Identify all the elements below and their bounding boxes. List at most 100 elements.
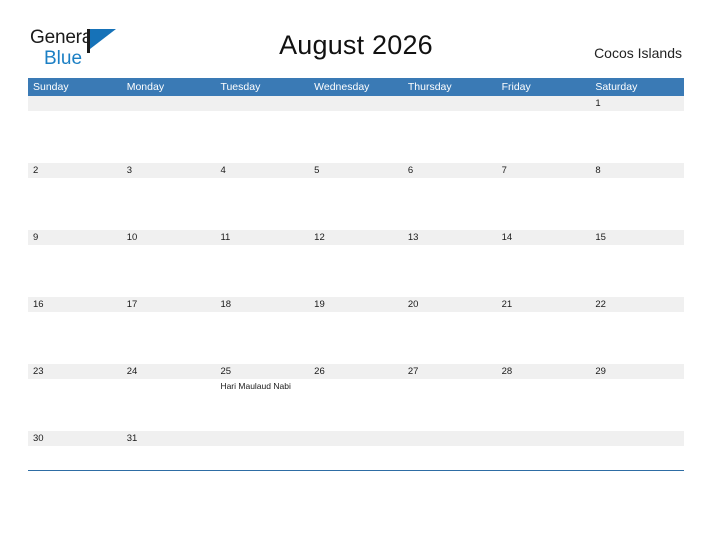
day-event xyxy=(28,111,122,163)
day-event xyxy=(403,111,497,163)
calendar-page: General Blue August 2026 Cocos Islands S… xyxy=(0,0,712,550)
day-event xyxy=(590,379,684,431)
day-number[interactable]: 24 xyxy=(122,364,216,379)
day-number[interactable] xyxy=(309,431,403,446)
day-event xyxy=(403,379,497,431)
day-event xyxy=(403,178,497,230)
day-event xyxy=(28,312,122,364)
day-number[interactable]: 15 xyxy=(590,230,684,245)
day-number[interactable]: 6 xyxy=(403,163,497,178)
day-event xyxy=(497,178,591,230)
week-date-band: 23 24 25 26 27 28 29 xyxy=(28,364,684,379)
week-event-area xyxy=(28,111,684,163)
day-number[interactable]: 12 xyxy=(309,230,403,245)
day-number[interactable] xyxy=(28,96,122,111)
day-event xyxy=(122,178,216,230)
day-number[interactable] xyxy=(403,431,497,446)
day-number[interactable] xyxy=(403,96,497,111)
week-event-area: Hari Maulaud Nabi xyxy=(28,379,684,431)
day-number[interactable] xyxy=(590,431,684,446)
day-number[interactable]: 21 xyxy=(497,297,591,312)
day-number[interactable]: 1 xyxy=(590,96,684,111)
weekday-header-thursday: Thursday xyxy=(407,81,452,93)
day-number[interactable]: 17 xyxy=(122,297,216,312)
week-date-band: 2 3 4 5 6 7 8 xyxy=(28,163,684,178)
day-event xyxy=(215,245,309,297)
day-event xyxy=(215,446,309,470)
week-row: 1 xyxy=(28,96,684,163)
day-number[interactable]: 18 xyxy=(215,297,309,312)
week-row: 23 24 25 26 27 28 29 Hari Maulaud Nabi xyxy=(28,364,684,431)
weekday-header-tuesday: Tuesday xyxy=(220,81,261,93)
day-number[interactable]: 30 xyxy=(28,431,122,446)
day-number[interactable]: 2 xyxy=(28,163,122,178)
day-event xyxy=(497,379,591,431)
day-number[interactable]: 22 xyxy=(590,297,684,312)
day-number[interactable]: 29 xyxy=(590,364,684,379)
day-number[interactable] xyxy=(215,96,309,111)
day-number[interactable]: 16 xyxy=(28,297,122,312)
week-date-band: 30 31 xyxy=(28,431,684,446)
day-event xyxy=(590,245,684,297)
day-event xyxy=(309,178,403,230)
day-event xyxy=(28,245,122,297)
day-number[interactable] xyxy=(497,431,591,446)
day-number[interactable]: 9 xyxy=(28,230,122,245)
holiday-event: Hari Maulaud Nabi xyxy=(220,381,291,391)
day-number[interactable] xyxy=(309,96,403,111)
day-number[interactable]: 4 xyxy=(215,163,309,178)
weekday-header-wednesday: Wednesday xyxy=(314,81,370,93)
day-number[interactable]: 14 xyxy=(497,230,591,245)
day-event xyxy=(497,245,591,297)
day-event xyxy=(122,446,216,470)
day-event xyxy=(309,245,403,297)
day-number[interactable]: 27 xyxy=(403,364,497,379)
day-number[interactable]: 7 xyxy=(497,163,591,178)
week-event-area xyxy=(28,312,684,364)
day-event xyxy=(122,312,216,364)
calendar-grid: Sunday Monday Tuesday Wednesday Thursday… xyxy=(28,78,684,471)
day-event xyxy=(590,446,684,470)
day-number[interactable]: 3 xyxy=(122,163,216,178)
day-number[interactable] xyxy=(122,96,216,111)
day-number[interactable]: 25 xyxy=(215,364,309,379)
day-number[interactable]: 26 xyxy=(309,364,403,379)
day-event xyxy=(28,379,122,431)
week-row: 30 31 xyxy=(28,431,684,471)
location-label: Cocos Islands xyxy=(594,45,682,61)
week-date-band: 16 17 18 19 20 21 22 xyxy=(28,297,684,312)
day-number[interactable]: 8 xyxy=(590,163,684,178)
day-event xyxy=(590,178,684,230)
day-number[interactable] xyxy=(215,431,309,446)
page-header: General Blue August 2026 Cocos Islands xyxy=(0,0,712,68)
day-number[interactable]: 10 xyxy=(122,230,216,245)
day-number[interactable]: 13 xyxy=(403,230,497,245)
day-event xyxy=(122,111,216,163)
day-number[interactable]: 28 xyxy=(497,364,591,379)
day-number[interactable]: 19 xyxy=(309,297,403,312)
day-event xyxy=(28,178,122,230)
weekday-header-saturday: Saturday xyxy=(595,81,638,93)
day-number[interactable]: 31 xyxy=(122,431,216,446)
day-event xyxy=(309,312,403,364)
day-event xyxy=(403,312,497,364)
week-date-band: 9 10 11 12 13 14 15 xyxy=(28,230,684,245)
day-number[interactable]: 5 xyxy=(309,163,403,178)
day-event xyxy=(309,111,403,163)
day-event xyxy=(122,245,216,297)
day-number[interactable]: 23 xyxy=(28,364,122,379)
day-event xyxy=(309,446,403,470)
day-number[interactable]: 11 xyxy=(215,230,309,245)
week-event-area xyxy=(28,446,684,470)
day-event xyxy=(590,111,684,163)
day-number[interactable]: 20 xyxy=(403,297,497,312)
day-event xyxy=(590,312,684,364)
week-event-area xyxy=(28,178,684,230)
day-event xyxy=(403,245,497,297)
day-event xyxy=(122,379,216,431)
week-row: 2 3 4 5 6 7 8 xyxy=(28,163,684,230)
day-event xyxy=(497,111,591,163)
week-date-band: 1 xyxy=(28,96,684,111)
day-number[interactable] xyxy=(497,96,591,111)
week-row: 9 10 11 12 13 14 15 xyxy=(28,230,684,297)
